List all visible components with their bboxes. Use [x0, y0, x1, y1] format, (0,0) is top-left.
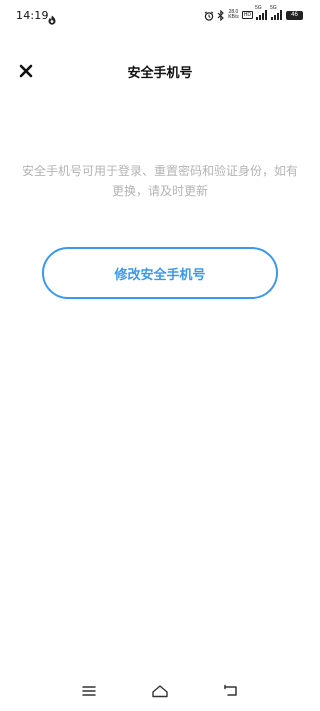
hd-badge: HD [241, 11, 253, 19]
modify-phone-button[interactable]: 修改安全手机号 [42, 247, 278, 299]
network-speed: 28.0 KB/s [228, 10, 239, 20]
sim1-network-label: 5G [255, 5, 262, 11]
sim1-signal: 5G [255, 5, 268, 20]
signal-bars-icon [256, 10, 267, 20]
network-speed-unit: KB/s [228, 14, 239, 20]
back-button[interactable] [221, 681, 241, 701]
home-icon [152, 685, 168, 698]
menu-button[interactable] [79, 681, 99, 701]
notification-app-icon [47, 10, 57, 25]
system-nav-bar [0, 676, 320, 706]
status-time: 14:19 [16, 9, 49, 22]
screen: 14:19 28.0 KB/s HD 5G 5G 46 安全手机号 安全手机号可… [0, 0, 320, 711]
battery-icon: 46 [286, 10, 303, 20]
sim2-network-label: 5G [270, 5, 277, 11]
page-title: 安全手机号 [127, 66, 193, 81]
bluetooth-icon [217, 6, 225, 25]
description-text: 安全手机号可用于登录、重置密码和验证身份，如有更换，请及时更新 [21, 164, 298, 198]
header: 安全手机号 [0, 50, 320, 90]
menu-icon [82, 686, 96, 696]
home-button[interactable] [150, 681, 170, 701]
back-icon [224, 684, 237, 696]
status-bar: 14:19 28.0 KB/s HD 5G 5G 46 [0, 0, 320, 30]
signal-bars-icon [271, 10, 282, 20]
status-icons: 28.0 KB/s HD 5G 5G 46 [204, 5, 303, 21]
alarm-clock-icon [204, 6, 214, 25]
sim2-signal: 5G [270, 5, 283, 20]
